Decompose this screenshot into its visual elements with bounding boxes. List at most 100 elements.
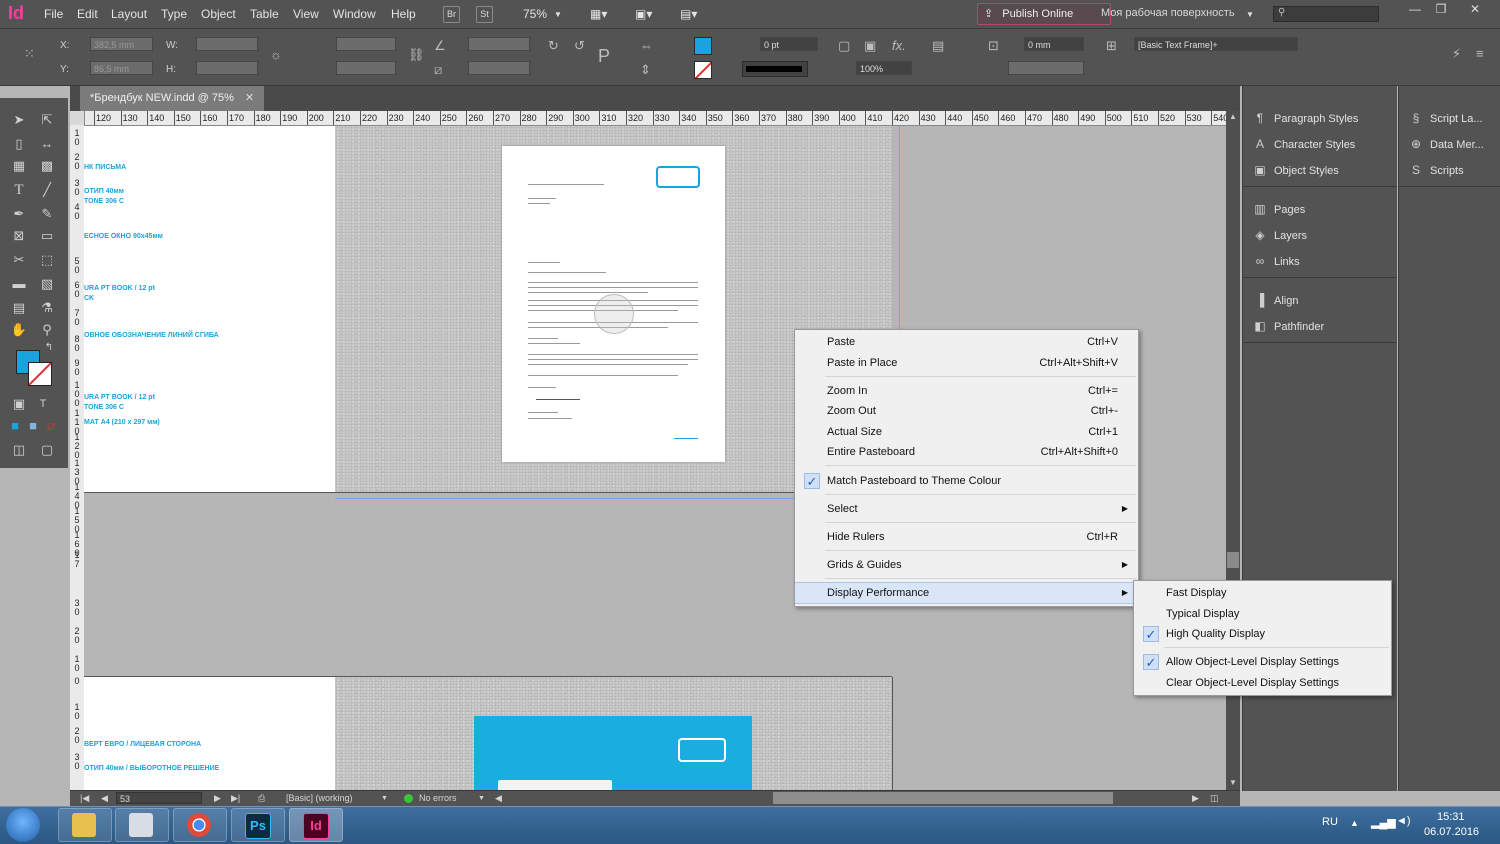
shear-field[interactable] xyxy=(468,61,530,75)
y-position-field[interactable]: 86,5 mm xyxy=(90,61,153,75)
panel-paragraph-styles[interactable]: ¶ Paragraph Styles xyxy=(1251,107,1359,129)
menu-item-high-quality-display[interactable]: ✓ High Quality Display xyxy=(1134,624,1391,644)
open-page-icon[interactable]: ⎙ xyxy=(258,793,265,804)
menu-item-grids-guides[interactable]: Grids & Guides ▶ xyxy=(795,555,1138,575)
clock-time[interactable]: 15:31 xyxy=(1437,811,1465,823)
menu-layout[interactable]: Layout xyxy=(111,7,147,21)
menu-item-match-pasteboard[interactable]: ✓ Match Pasteboard to Theme Colour xyxy=(795,471,1138,491)
stroke-type-dropdown[interactable] xyxy=(742,61,808,77)
content-collector-icon[interactable]: ▦ xyxy=(8,156,30,176)
ruler-origin[interactable] xyxy=(70,111,84,125)
screen-mode-icon[interactable]: ▣▾ xyxy=(635,7,652,21)
close-icon[interactable]: ✕ xyxy=(1462,2,1488,18)
opacity-field[interactable]: 100% xyxy=(856,61,912,75)
menu-item-allow-object-level[interactable]: ✓ Allow Object-Level Display Settings xyxy=(1134,652,1391,672)
menu-item-typical-display[interactable]: Typical Display xyxy=(1134,604,1391,624)
menu-item-select[interactable]: Select ▶ xyxy=(795,499,1138,519)
rotation-field[interactable] xyxy=(468,37,530,51)
master-dropdown-icon[interactable]: ▼ xyxy=(381,795,388,802)
preview-mode-icon[interactable]: ▢ xyxy=(36,440,58,460)
preflight-dropdown-icon[interactable]: ▼ xyxy=(478,795,485,802)
menu-view[interactable]: View xyxy=(293,7,319,21)
page-number-field[interactable]: 53 xyxy=(116,792,202,804)
restore-icon[interactable]: ❐ xyxy=(1428,2,1454,18)
fit-frame-icon[interactable]: ⊡ xyxy=(988,38,999,54)
gradient-feather-tool-icon[interactable]: ▧ xyxy=(36,274,58,294)
taskbar-indesign[interactable]: Id xyxy=(289,808,343,842)
envelope-front[interactable] xyxy=(474,716,752,790)
hand-tool-icon[interactable]: ✋ xyxy=(8,320,30,340)
master-status[interactable]: [Basic] (working) xyxy=(286,793,353,803)
horizontal-ruler[interactable]: 120 130 140 150 160 170 180 190 200 210 220 230 240 2… xyxy=(84,111,1226,126)
zoom-tool-icon[interactable]: ⚲ xyxy=(36,320,58,340)
document-tab[interactable]: *Брендбук NEW.indd @ 75% ✕ xyxy=(80,86,265,111)
eyedropper-tool-icon[interactable]: ⚗ xyxy=(36,298,58,318)
text-frame-options-icon[interactable]: ▤ xyxy=(932,38,944,54)
taskbar-chrome[interactable] xyxy=(173,808,227,842)
preflight-status[interactable]: No errors xyxy=(419,793,457,803)
workspace-dropdown-icon[interactable]: ▼ xyxy=(1246,10,1254,19)
menu-edit[interactable]: Edit xyxy=(77,7,98,21)
menu-item-fast-display[interactable]: Fast Display xyxy=(1134,583,1391,603)
note-tool-icon[interactable]: ▤ xyxy=(8,298,30,318)
gradient-swatch-tool-icon[interactable]: ▬ xyxy=(8,274,30,294)
vertical-scroll-thumb[interactable] xyxy=(1227,552,1239,568)
panel-layers[interactable]: ◈ Layers xyxy=(1251,224,1307,246)
taskbar-explorer[interactable] xyxy=(58,808,112,842)
scale-x-field[interactable] xyxy=(336,37,396,51)
rectangle-tool-icon[interactable]: ▭ xyxy=(36,226,58,246)
menu-item-entire-pasteboard[interactable]: Entire Pasteboard Ctrl+Alt+Shift+0 xyxy=(795,442,1138,462)
apply-none-icon[interactable]: ⧄ xyxy=(40,416,62,436)
view-options-icon[interactable]: ▦▾ xyxy=(590,7,607,21)
flip-horizontal-icon[interactable]: ⇔ xyxy=(640,38,653,53)
selection-tool-icon[interactable]: ➤ xyxy=(8,110,30,130)
panel-pages[interactable]: ▥ Pages xyxy=(1251,198,1305,220)
content-placer-icon[interactable]: ▩ xyxy=(36,156,58,176)
publish-online-button[interactable]: ⇪ Publish Online xyxy=(977,3,1111,25)
menu-item-display-performance[interactable]: Display Performance ▶ xyxy=(795,582,1138,604)
menu-item-actual-size[interactable]: Actual Size Ctrl+1 xyxy=(795,422,1138,442)
height-field[interactable] xyxy=(196,61,258,75)
split-window-icon[interactable]: ◫ xyxy=(1210,793,1219,804)
gap-tool-icon[interactable]: ↔ xyxy=(36,134,58,154)
panel-scripts[interactable]: S Scripts xyxy=(1407,159,1464,181)
taskbar-photoshop[interactable]: Ps xyxy=(231,808,285,842)
flip-vertical-icon[interactable]: ⇕ xyxy=(640,62,651,78)
direct-selection-tool-icon[interactable]: ⇱ xyxy=(36,110,58,130)
rotate-ccw-icon[interactable]: ↺ xyxy=(574,38,585,54)
tray-expand-icon[interactable]: ▲ xyxy=(1350,818,1359,828)
quick-apply-icon[interactable]: ⚡ xyxy=(1452,46,1461,62)
network-icon[interactable]: ▂▄▆ xyxy=(1371,816,1396,829)
type-tool-icon[interactable]: T xyxy=(8,180,30,200)
menu-window[interactable]: Window xyxy=(333,7,376,21)
arrange-documents-icon[interactable]: ▤▾ xyxy=(680,7,697,21)
menu-help[interactable]: Help xyxy=(391,7,416,21)
language-indicator[interactable]: RU xyxy=(1322,816,1338,828)
panel-menu-icon[interactable]: ≡ xyxy=(1476,46,1484,61)
free-transform-tool-icon[interactable]: ⬚ xyxy=(36,250,58,270)
scroll-down-icon[interactable]: ▼ xyxy=(1229,778,1237,787)
rectangle-frame-tool-icon[interactable]: ⊠ xyxy=(8,226,30,246)
fill-swatch[interactable] xyxy=(694,37,712,55)
bridge-button[interactable]: Br xyxy=(443,6,460,23)
reference-point-icon[interactable]: ⁙ xyxy=(24,46,35,62)
scroll-up-icon[interactable]: ▲ xyxy=(1229,112,1237,121)
effects-icon[interactable]: ▣ xyxy=(864,38,876,54)
vertical-ruler[interactable]: 1 02 03 04 05 06 07 08 09 01 0 01 1 01 2… xyxy=(70,111,85,791)
zoom-level[interactable]: 75% xyxy=(523,7,547,21)
zoom-dropdown-icon[interactable]: ▼ xyxy=(554,10,562,19)
normal-view-icon[interactable]: ◫ xyxy=(8,440,30,460)
rotate-cw-icon[interactable]: ↻ xyxy=(548,38,559,54)
menu-item-zoom-out[interactable]: Zoom Out Ctrl+- xyxy=(795,401,1138,421)
panel-character-styles[interactable]: A Character Styles xyxy=(1251,133,1355,155)
stroke-swatch[interactable] xyxy=(694,61,712,79)
swap-fill-stroke-icon[interactable]: ↰ xyxy=(38,338,60,358)
menu-file[interactable]: File xyxy=(44,7,63,21)
first-page-icon[interactable]: |◀ xyxy=(80,793,89,804)
previous-page-icon[interactable]: ◀ xyxy=(101,793,108,804)
menu-object[interactable]: Object xyxy=(201,7,236,21)
line-tool-icon[interactable]: ╱ xyxy=(36,180,58,200)
object-style-dropdown[interactable]: [Basic Text Frame]+ xyxy=(1134,37,1298,51)
tab-close-icon[interactable]: ✕ xyxy=(245,92,254,104)
scale-y-field[interactable] xyxy=(336,61,396,75)
